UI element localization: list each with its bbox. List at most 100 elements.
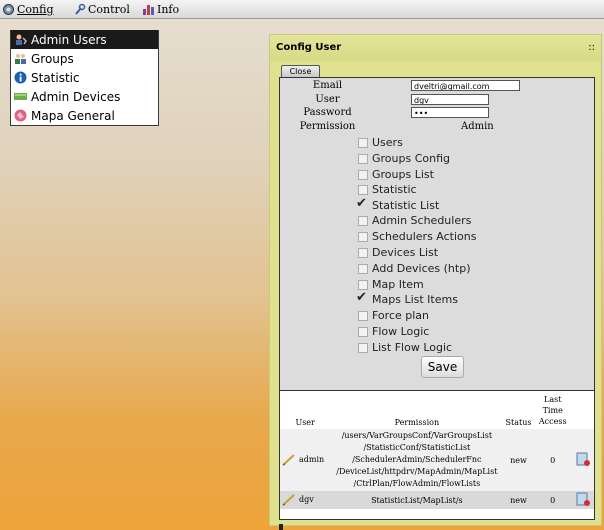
- perm-item-add-devices[interactable]: Add Devices (htp): [358, 261, 471, 276]
- panel-header[interactable]: Config User ::: [270, 35, 601, 61]
- perm-label: Users: [372, 136, 403, 149]
- col-header-status: Status: [505, 418, 532, 427]
- map-icon: [14, 109, 27, 122]
- perm-line: /SchedulerAdmin/SchedulerFnc: [352, 455, 482, 464]
- menu-control-label: Control: [88, 2, 130, 16]
- perm-label: Admin Schedulers: [372, 214, 472, 227]
- perm-item-devices-list[interactable]: Devices List: [358, 245, 438, 260]
- devices-icon: [14, 93, 27, 100]
- cell-user-name: dgv: [299, 495, 314, 504]
- dropdown-item-label: Mapa General: [31, 108, 115, 123]
- menu-config-label: Config: [17, 2, 54, 16]
- perm-label: Force plan: [372, 309, 430, 322]
- perm-item-map-item[interactable]: Map Item: [358, 277, 424, 292]
- perm-item-list-flow-logic[interactable]: List Flow Logic: [358, 340, 452, 355]
- gear-icon: [3, 3, 14, 15]
- header-time-line: Time: [542, 406, 563, 415]
- menu-info[interactable]: Info: [142, 2, 179, 16]
- scroll-indicator: [279, 524, 283, 530]
- edit-pencil-icon[interactable]: [282, 454, 296, 466]
- delete-user-icon[interactable]: [576, 492, 590, 506]
- password-field[interactable]: •••: [411, 107, 489, 118]
- checkbox[interactable]: [358, 184, 368, 195]
- cell-user-name: admin: [299, 455, 325, 464]
- cell-status: new: [510, 495, 527, 505]
- password-row: Password •••: [280, 107, 594, 120]
- perm-label: Flow Logic: [372, 325, 430, 338]
- cell-permission: StatisticList/MapList/s: [330, 491, 503, 509]
- checkbox[interactable]: [358, 247, 368, 258]
- checkbox-checked[interactable]: [356, 290, 368, 305]
- perm-line: /CtrlPlan/FlowAdmin/FlowLists: [353, 479, 481, 488]
- perm-label: Schedulers Actions: [372, 230, 477, 243]
- perm-item-admin-schedulers[interactable]: Admin Schedulers: [358, 213, 471, 228]
- perm-label: Map Item: [372, 278, 424, 291]
- header-last-line: Last: [544, 395, 562, 404]
- dropdown-item-statistic[interactable]: Statistic: [11, 68, 158, 87]
- checkbox[interactable]: [358, 215, 368, 226]
- menu-config[interactable]: Config: [2, 2, 54, 16]
- checkbox[interactable]: [358, 231, 368, 242]
- users-table: User Permission Status Last Time Access …: [280, 391, 594, 509]
- perm-label: Add Devices (htp): [372, 262, 471, 275]
- menu-info-label: Info: [157, 2, 180, 16]
- perm-item-schedulers-actions[interactable]: Schedulers Actions: [358, 229, 476, 244]
- checkbox[interactable]: [358, 263, 368, 274]
- edit-pencil-icon[interactable]: [282, 494, 296, 506]
- perm-line: /StatisticConf/StatisticList: [363, 443, 471, 452]
- perm-item-users[interactable]: Users: [358, 135, 403, 150]
- col-header-actions: [572, 391, 594, 429]
- delete-user-icon[interactable]: [576, 452, 590, 466]
- email-field[interactable]: dveltri@gmail.com: [411, 80, 520, 91]
- col-header-user: User: [295, 418, 315, 427]
- permission-select[interactable]: Admin: [461, 121, 494, 132]
- cell-status: new: [510, 455, 527, 465]
- perm-item-flow-logic[interactable]: Flow Logic: [358, 324, 429, 339]
- checkbox[interactable]: [358, 279, 368, 290]
- table-row[interactable]: dgv StatisticList/MapList/s new 0: [280, 491, 594, 509]
- table-row[interactable]: admin /users/VarGroupsConf/VarGroupsList…: [280, 429, 594, 491]
- user-form: Email dveltri@gmail.com User dgv Passwor…: [279, 77, 595, 413]
- perm-label: Groups Config: [372, 152, 451, 165]
- perm-item-groups-list[interactable]: Groups List: [358, 167, 434, 182]
- perm-item-statistic-list[interactable]: Statistic List: [356, 196, 439, 213]
- dropdown-item-label: Statistic: [31, 70, 80, 85]
- dropdown-item-label: Groups: [31, 51, 74, 66]
- checkbox[interactable]: [358, 137, 368, 148]
- col-header-last-time-access: Last Time Access: [534, 391, 572, 429]
- checkbox[interactable]: [358, 326, 368, 337]
- perm-item-maps-list-items[interactable]: Maps List Items: [356, 290, 458, 307]
- perm-label: Maps List Items: [372, 293, 458, 306]
- panel-drag-grip-icon[interactable]: ::: [588, 42, 595, 53]
- close-button[interactable]: Close: [281, 65, 320, 77]
- permission-row: Permission Admin: [280, 121, 594, 134]
- dropdown-item-mapa-general[interactable]: Mapa General: [11, 106, 158, 125]
- perm-item-force-plan[interactable]: Force plan: [358, 308, 429, 323]
- perm-item-groups-config[interactable]: Groups Config: [358, 151, 450, 166]
- cell-user: admin: [280, 429, 330, 491]
- menu-control[interactable]: Control: [73, 2, 130, 16]
- email-label: Email: [312, 80, 343, 91]
- cell-last-access: 0: [550, 455, 556, 465]
- panel-title: Config User: [276, 42, 342, 53]
- cell-user: dgv: [280, 491, 330, 509]
- groups-icon: [15, 54, 26, 64]
- checkbox[interactable]: [358, 342, 368, 353]
- checkbox[interactable]: [358, 169, 368, 180]
- checkbox-checked[interactable]: [356, 196, 368, 211]
- checkbox[interactable]: [358, 153, 368, 164]
- user-field[interactable]: dgv: [411, 94, 489, 105]
- header-access-line: Access: [538, 417, 567, 426]
- password-label: Password: [303, 107, 352, 118]
- perm-label: Groups List: [372, 168, 434, 181]
- info-circle-icon: [14, 71, 27, 84]
- user-label: User: [315, 94, 340, 105]
- dropdown-item-admin-users[interactable]: Admin Users: [11, 30, 158, 49]
- checkbox[interactable]: [358, 310, 368, 321]
- users-table-container: User Permission Status Last Time Access …: [279, 390, 595, 520]
- dropdown-item-admin-devices[interactable]: Admin Devices: [11, 87, 158, 106]
- save-button[interactable]: Save: [421, 356, 464, 378]
- permission-label: Permission: [299, 121, 356, 132]
- dropdown-item-groups[interactable]: Groups: [11, 49, 158, 68]
- table-header-row: User Permission Status Last Time Access: [280, 391, 594, 429]
